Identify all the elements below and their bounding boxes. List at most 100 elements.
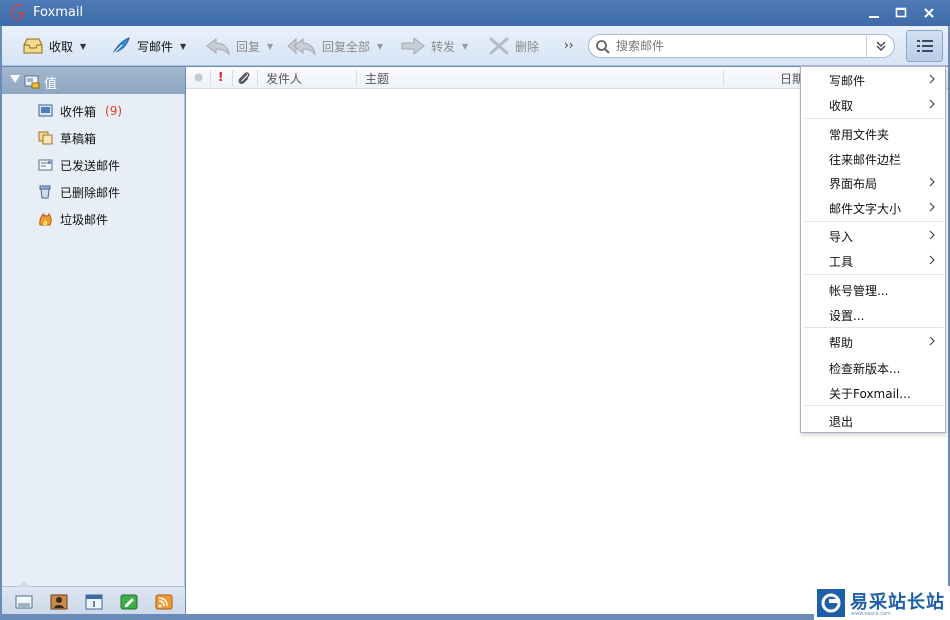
receive-button[interactable]: 收取 ▼ bbox=[22, 26, 86, 66]
delete-button[interactable]: 删除 bbox=[488, 26, 539, 66]
menu-item-label: 退出 bbox=[829, 415, 854, 429]
search-icon bbox=[596, 40, 610, 54]
folder-inbox[interactable]: 收件箱 (9) bbox=[38, 100, 122, 122]
folder-sent[interactable]: 已发送邮件 bbox=[38, 154, 120, 176]
menu-item-settings[interactable]: 设置... bbox=[801, 302, 945, 326]
menu-item-exit[interactable]: 退出 bbox=[801, 408, 945, 432]
folder-label: 草稿箱 bbox=[60, 131, 97, 146]
rss-icon[interactable] bbox=[155, 594, 173, 610]
more-tools-button[interactable]: ›› bbox=[564, 38, 574, 52]
app-window: Foxmail 收取 ▼ 写邮件 ▼ 回复 ▼ 回复全部 ▼ 转发 ▼ 删除 ›… bbox=[0, 0, 950, 620]
menu-item-account-manager[interactable]: 帐号管理... bbox=[801, 277, 945, 301]
reply-all-button[interactable]: 回复全部 ▼ bbox=[287, 26, 383, 66]
menu-item-tools[interactable]: 工具 bbox=[801, 248, 945, 272]
account-header[interactable]: 值 bbox=[2, 67, 185, 94]
watermark-subtext: www.easck.com bbox=[851, 611, 892, 617]
menu-item-check-update[interactable]: 检查新版本... bbox=[801, 355, 945, 379]
menu-item-label: 检查新版本... bbox=[829, 362, 901, 376]
folder-label: 垃圾邮件 bbox=[60, 212, 109, 227]
menu-item-about[interactable]: 关于Foxmail... bbox=[801, 380, 945, 404]
menu-item-label: 关于Foxmail... bbox=[829, 387, 911, 401]
toolbar: 收取 ▼ 写邮件 ▼ 回复 ▼ 回复全部 ▼ 转发 ▼ 删除 ›› 搜索邮件 bbox=[2, 26, 948, 66]
menu-separator bbox=[803, 118, 943, 119]
main-menu-button[interactable] bbox=[906, 30, 943, 62]
folder-label: 已删除邮件 bbox=[60, 185, 121, 200]
account-name: 值 bbox=[44, 77, 58, 92]
menu-item-import[interactable]: 导入 bbox=[801, 223, 945, 247]
close-icon[interactable] bbox=[921, 5, 937, 21]
menu-separator bbox=[803, 405, 943, 406]
notes-icon[interactable] bbox=[120, 594, 138, 610]
window-bottom-frame bbox=[0, 614, 950, 620]
menu-item-receive[interactable]: 收取 bbox=[801, 92, 945, 116]
double-chevron-down-icon bbox=[876, 41, 885, 51]
reply-button[interactable]: 回复 ▼ bbox=[205, 26, 273, 66]
read-status-icon[interactable] bbox=[194, 73, 203, 82]
column-separator[interactable] bbox=[723, 70, 724, 86]
menu-item-label: 邮件文字大小 bbox=[829, 202, 902, 216]
menu-separator bbox=[803, 327, 943, 328]
mail-icon[interactable] bbox=[15, 594, 33, 610]
folder-trash[interactable]: 已删除邮件 bbox=[38, 181, 120, 203]
folder-label: 已发送邮件 bbox=[60, 158, 121, 173]
folder-sidebar: 值 收件箱 (9) 草稿箱 已发送邮件 已删除邮件 垃圾邮件 bbox=[2, 67, 185, 614]
column-separator[interactable] bbox=[257, 70, 258, 86]
chevron-down-icon[interactable]: ▼ bbox=[180, 42, 186, 51]
forward-button[interactable]: 转发 ▼ bbox=[400, 26, 468, 66]
menu-item-label: 界面布局 bbox=[829, 177, 878, 191]
reply-all-arrow-icon bbox=[287, 37, 316, 56]
menu-item-contact-sidebar[interactable]: 往来邮件边栏 bbox=[801, 146, 945, 170]
search-options-button[interactable] bbox=[866, 35, 894, 57]
sent-icon bbox=[38, 159, 53, 171]
minimize-icon[interactable] bbox=[866, 5, 882, 21]
column-separator[interactable] bbox=[210, 70, 211, 86]
calendar-icon[interactable] bbox=[85, 594, 103, 610]
menu-item-layout[interactable]: 界面布局 bbox=[801, 170, 945, 194]
module-switcher bbox=[2, 581, 185, 614]
collapse-triangle-icon[interactable] bbox=[10, 75, 20, 83]
priority-column[interactable]: ! bbox=[218, 70, 223, 84]
menu-item-label: 往来邮件边栏 bbox=[829, 153, 902, 167]
junk-icon bbox=[39, 212, 52, 226]
menu-item-help[interactable]: 帮助 bbox=[801, 329, 945, 353]
reply-all-label: 回复全部 bbox=[322, 39, 371, 54]
menu-item-favorite-folders[interactable]: 常用文件夹 bbox=[801, 121, 945, 145]
menu-item-compose[interactable]: 写邮件 bbox=[801, 67, 945, 91]
account-icon bbox=[24, 75, 40, 89]
folder-drafts[interactable]: 草稿箱 bbox=[38, 127, 96, 149]
chevron-down-icon[interactable]: ▼ bbox=[377, 42, 383, 51]
forward-arrow-icon bbox=[401, 36, 425, 56]
menu-item-text-size[interactable]: 邮件文字大小 bbox=[801, 195, 945, 219]
menu-separator bbox=[803, 221, 943, 222]
maximize-icon[interactable] bbox=[893, 5, 909, 21]
title-bar[interactable]: Foxmail bbox=[0, 0, 950, 26]
chevron-down-icon[interactable]: ▼ bbox=[80, 42, 86, 51]
receive-label: 收取 bbox=[49, 39, 74, 54]
watermark-logo-icon bbox=[817, 589, 845, 617]
site-watermark: 易采站长站 www.easck.com bbox=[814, 586, 950, 620]
compose-button[interactable]: 写邮件 ▼ bbox=[110, 26, 186, 66]
chevron-down-icon[interactable]: ▼ bbox=[462, 42, 468, 51]
contacts-icon[interactable] bbox=[50, 594, 68, 610]
search-box[interactable] bbox=[588, 34, 895, 58]
chevron-down-icon[interactable]: ▼ bbox=[267, 42, 273, 51]
folder-label: 收件箱 bbox=[60, 104, 97, 119]
delete-x-icon bbox=[489, 37, 509, 55]
subject-column[interactable]: 主题 bbox=[365, 70, 389, 87]
from-column[interactable]: 发件人 bbox=[266, 70, 302, 87]
attachment-icon[interactable] bbox=[237, 70, 251, 85]
reply-label: 回复 bbox=[236, 39, 261, 54]
compose-label: 写邮件 bbox=[137, 39, 174, 54]
chevron-right-icon bbox=[929, 202, 935, 212]
column-separator[interactable] bbox=[356, 70, 357, 86]
unread-count: (9) bbox=[105, 104, 123, 118]
feather-pen-icon bbox=[112, 37, 130, 55]
trash-icon bbox=[39, 185, 51, 199]
search-input[interactable] bbox=[616, 38, 861, 54]
folder-junk[interactable]: 垃圾邮件 bbox=[38, 208, 108, 230]
menu-item-label: 导入 bbox=[829, 230, 854, 244]
menu-item-label: 写邮件 bbox=[829, 74, 866, 88]
column-separator[interactable] bbox=[232, 70, 233, 86]
reply-arrow-icon bbox=[206, 37, 230, 56]
chevron-right-icon bbox=[929, 99, 935, 109]
